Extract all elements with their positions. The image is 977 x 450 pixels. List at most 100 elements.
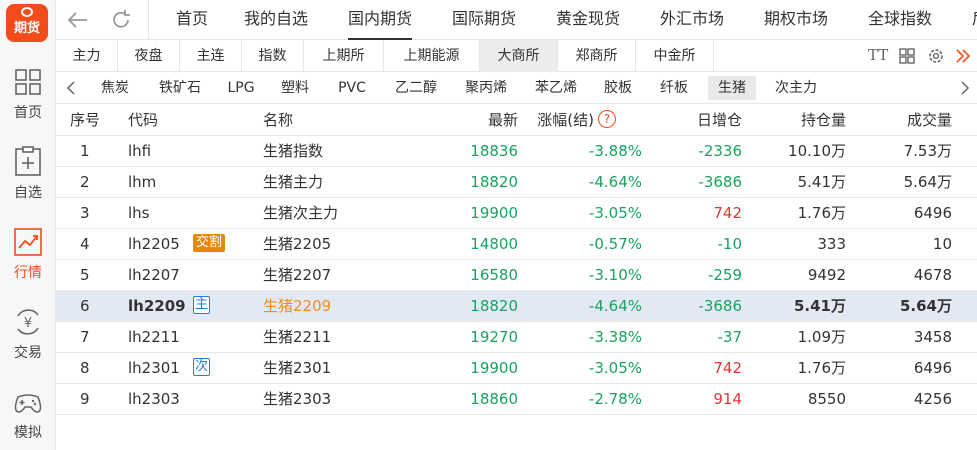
header-daily-oi[interactable]: 日增仓	[646, 104, 742, 136]
chevron-left-icon[interactable]	[64, 80, 78, 96]
tab-ine[interactable]: 上期能源	[384, 40, 480, 72]
table-row[interactable]: 9 lh2303 生猪2303 18860 -2.78% 914 8550 4256	[56, 384, 977, 415]
tab-forex[interactable]: 外汇市场	[660, 0, 724, 40]
divider	[148, 0, 149, 40]
row-code: lh2205	[128, 235, 180, 253]
contract-tag-label: 主	[193, 296, 211, 314]
contract-tag-badge: 交割	[193, 229, 226, 260]
row-index: 6	[80, 297, 90, 315]
variety-pvc[interactable]: PVC	[328, 76, 376, 100]
sidebar-item-trade[interactable]: ¥ 交易	[0, 306, 56, 368]
tab-dce[interactable]: 大商所	[480, 40, 558, 72]
row-code: lh2211	[128, 328, 180, 346]
header-name[interactable]: 名称	[263, 104, 293, 136]
row-open-interest: 333	[817, 235, 846, 253]
header-code[interactable]: 代码	[128, 104, 158, 136]
refresh-icon[interactable]	[109, 8, 133, 32]
variety-coke[interactable]: 焦炭	[92, 76, 138, 100]
left-sidebar: 期货 首页 自选 行情 ¥ 交易 模拟	[0, 0, 56, 450]
row-name: 生猪次主力	[263, 204, 339, 222]
row-code: lh2207	[128, 266, 180, 284]
variety-secondary-main[interactable]: 次主力	[766, 76, 826, 100]
row-last-price: 18820	[470, 297, 518, 315]
table-row[interactable]: 5 lh2207 生猪2207 16580 -3.10% -259 9492 4678	[56, 260, 977, 291]
variety-styrene[interactable]: 苯乙烯	[526, 76, 586, 100]
toolbar: TT	[868, 40, 977, 72]
sidebar-item-simulate[interactable]: 模拟	[0, 386, 56, 448]
back-arrow-icon[interactable]	[66, 8, 90, 32]
header-index[interactable]: 序号	[70, 104, 100, 136]
gamepad-icon	[14, 394, 42, 413]
yuan-exchange-icon: ¥	[17, 309, 39, 335]
table-row[interactable]: 7 lh2211 生猪2211 19270 -3.38% -37 1.09万 3458	[56, 322, 977, 353]
row-code: lh2301	[128, 359, 180, 377]
tab-gold-spot[interactable]: 黄金现货	[556, 0, 620, 40]
sidebar-item-label: 自选	[14, 185, 42, 201]
row-volume: 4256	[913, 390, 952, 408]
row-name: 生猪2209	[263, 297, 332, 315]
tab-night[interactable]: 夜盘	[118, 40, 180, 72]
row-change: -4.64%	[588, 173, 642, 191]
row-code: lhm	[128, 173, 157, 191]
header-oi[interactable]: 持仓量	[756, 104, 846, 136]
watchlist-icon	[15, 146, 41, 176]
top-navigation: 首页 我的自选 国内期货 国际期货 黄金现货 外汇市场 期权市场 全球指数 后	[56, 0, 977, 40]
sidebar-item-label: 首页	[14, 105, 42, 121]
tab-cffex[interactable]: 中金所	[636, 40, 714, 72]
variety-iron-ore[interactable]: 铁矿石	[150, 76, 210, 100]
row-daily-oi: -3686	[698, 173, 742, 191]
table-row[interactable]: 8 lh2301 次 生猪2301 19900 -3.05% 742 1.76万 6496	[56, 353, 977, 384]
double-chevron-right-icon[interactable]	[954, 47, 972, 65]
sidebar-item-home[interactable]: 首页	[0, 66, 56, 128]
variety-plywood[interactable]: 胶板	[596, 76, 640, 100]
row-volume: 10	[932, 235, 952, 253]
tab-czce[interactable]: 郑商所	[558, 40, 636, 72]
row-index: 5	[80, 266, 90, 284]
header-change[interactable]: 涨幅(结)?	[526, 104, 616, 136]
tab-my-watchlist[interactable]: 我的自选	[244, 0, 308, 40]
gear-icon[interactable]	[926, 46, 946, 66]
tab-home[interactable]: 首页	[176, 0, 208, 40]
sidebar-item-watchlist[interactable]: 自选	[0, 146, 56, 208]
row-name: 生猪2303	[263, 390, 332, 408]
variety-fiberboard[interactable]: 纤板	[652, 76, 696, 100]
row-change: -0.57%	[588, 235, 642, 253]
table-row[interactable]: 6 lh2209 主 生猪2209 18820 -4.64% -3686 5.41万 5.64万	[56, 291, 977, 322]
font-size-icon[interactable]: TT	[868, 46, 888, 64]
tab-international-futures[interactable]: 国际期货	[452, 0, 516, 40]
table-row[interactable]: 1 lhfi 生猪指数 18836 -3.88% -2336 10.10万 7.53万	[56, 136, 977, 167]
row-last-price: 19900	[470, 359, 518, 377]
tab-index[interactable]: 指数	[242, 40, 304, 72]
row-change: -4.64%	[588, 297, 642, 315]
tab-continuous[interactable]: 主连	[180, 40, 242, 72]
table-row[interactable]: 4 lh2205 交割 生猪2205 14800 -0.57% -10 333 10	[56, 229, 977, 260]
variety-plastic[interactable]: 塑料	[272, 76, 318, 100]
variety-polypropylene[interactable]: 聚丙烯	[456, 76, 516, 100]
tab-global-indices[interactable]: 全球指数	[868, 0, 932, 40]
app-logo[interactable]: 期货	[6, 4, 48, 42]
tab-shfe[interactable]: 上期所	[304, 40, 384, 72]
tab-options[interactable]: 期权市场	[764, 0, 828, 40]
row-last-price: 18820	[470, 173, 518, 191]
tab-main[interactable]: 主力	[56, 40, 118, 72]
row-volume: 6496	[913, 359, 952, 377]
variety-ethylene-glycol[interactable]: 乙二醇	[386, 76, 446, 100]
sidebar-item-market[interactable]: 行情	[0, 226, 56, 288]
variety-live-hog[interactable]: 生猪	[708, 76, 756, 100]
row-change: -3.88%	[588, 142, 642, 160]
variety-lpg[interactable]: LPG	[220, 76, 262, 100]
tab-overflow[interactable]: 后	[972, 0, 977, 40]
layout-grid-icon[interactable]	[898, 47, 916, 65]
table-row[interactable]: 3 lhs 生猪次主力 19900 -3.05% 742 1.76万 6496	[56, 198, 977, 229]
table-row[interactable]: 2 lhm 生猪主力 18820 -4.64% -3686 5.41万 5.64万	[56, 167, 977, 198]
help-icon[interactable]: ?	[598, 110, 616, 128]
svg-text:¥: ¥	[24, 316, 32, 331]
header-last[interactable]: 最新	[436, 104, 518, 136]
tab-domestic-futures[interactable]: 国内期货	[348, 0, 413, 40]
chevron-right-icon[interactable]	[958, 80, 972, 96]
row-daily-oi: -259	[707, 266, 742, 284]
row-index: 4	[80, 235, 90, 253]
header-volume[interactable]: 成交量	[856, 104, 952, 136]
row-last-price: 18836	[470, 142, 518, 160]
row-index: 8	[80, 359, 90, 377]
